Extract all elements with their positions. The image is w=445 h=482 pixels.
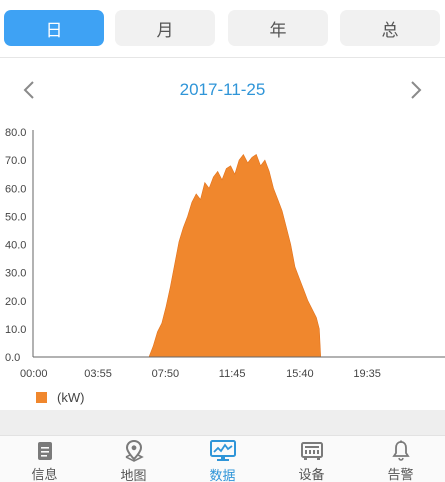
nav-item-device[interactable]: 设备 bbox=[267, 436, 356, 482]
nav-label: 信息 bbox=[31, 468, 58, 482]
x-tick-label: 00:00 bbox=[20, 368, 48, 380]
content-footer bbox=[0, 410, 445, 435]
monitor-chart-icon bbox=[209, 440, 236, 462]
nav-label: 设备 bbox=[298, 468, 325, 482]
divider bbox=[0, 57, 445, 58]
bottom-nav: 信息 地图 数据 设备 告警 bbox=[0, 435, 445, 482]
nav-label: 地图 bbox=[120, 469, 147, 482]
y-tick-label: 80.0 bbox=[5, 127, 26, 139]
x-tick-label: 03:55 bbox=[84, 368, 112, 380]
legend-swatch bbox=[36, 391, 47, 403]
series-area bbox=[33, 153, 445, 358]
nav-item-alarm[interactable]: 告警 bbox=[356, 436, 445, 482]
y-tick-label: 70.0 bbox=[5, 155, 26, 167]
nav-item-data[interactable]: 数据 bbox=[178, 436, 267, 482]
device-icon bbox=[300, 440, 323, 461]
nav-item-info[interactable]: 信息 bbox=[0, 436, 89, 482]
period-tabs: 日 月 年 总 bbox=[0, 0, 445, 58]
nav-label: 告警 bbox=[387, 468, 414, 482]
y-tick-label: 50.0 bbox=[5, 211, 26, 223]
document-icon bbox=[36, 440, 54, 461]
y-tick-label: 30.0 bbox=[5, 268, 26, 280]
x-tick-label: 11:45 bbox=[219, 368, 246, 380]
y-tick-label: 20.0 bbox=[5, 296, 26, 308]
y-tick-label: 0.0 bbox=[5, 352, 20, 364]
date-navigator: 2017-11-25 bbox=[0, 72, 445, 108]
chevron-right-icon[interactable] bbox=[401, 72, 431, 108]
chart-legend: (kW) bbox=[36, 388, 84, 406]
nav-item-map[interactable]: 地图 bbox=[89, 436, 178, 482]
tab-year[interactable]: 年 bbox=[228, 10, 328, 46]
y-tick-label: 40.0 bbox=[5, 240, 26, 252]
y-tick-label: 10.0 bbox=[5, 324, 26, 336]
x-tick-label: 19:35 bbox=[353, 368, 381, 380]
power-area-chart: 0.0 10.0 20.0 30.0 40.0 50.0 60.0 70.0 80.0 00:00… bbox=[5, 127, 445, 380]
nav-label: 数据 bbox=[209, 469, 236, 482]
tab-month[interactable]: 月 bbox=[115, 10, 215, 46]
y-tick-label: 60.0 bbox=[5, 183, 26, 195]
tab-total[interactable]: 总 bbox=[340, 10, 440, 46]
x-tick-label: 07:50 bbox=[152, 368, 180, 380]
tab-day[interactable]: 日 bbox=[4, 10, 104, 46]
x-tick-label: 15:40 bbox=[286, 368, 314, 380]
bell-icon bbox=[391, 440, 410, 461]
legend-label: (kW) bbox=[57, 389, 85, 405]
date-label: 2017-11-25 bbox=[179, 80, 266, 99]
map-pin-icon bbox=[124, 440, 144, 462]
